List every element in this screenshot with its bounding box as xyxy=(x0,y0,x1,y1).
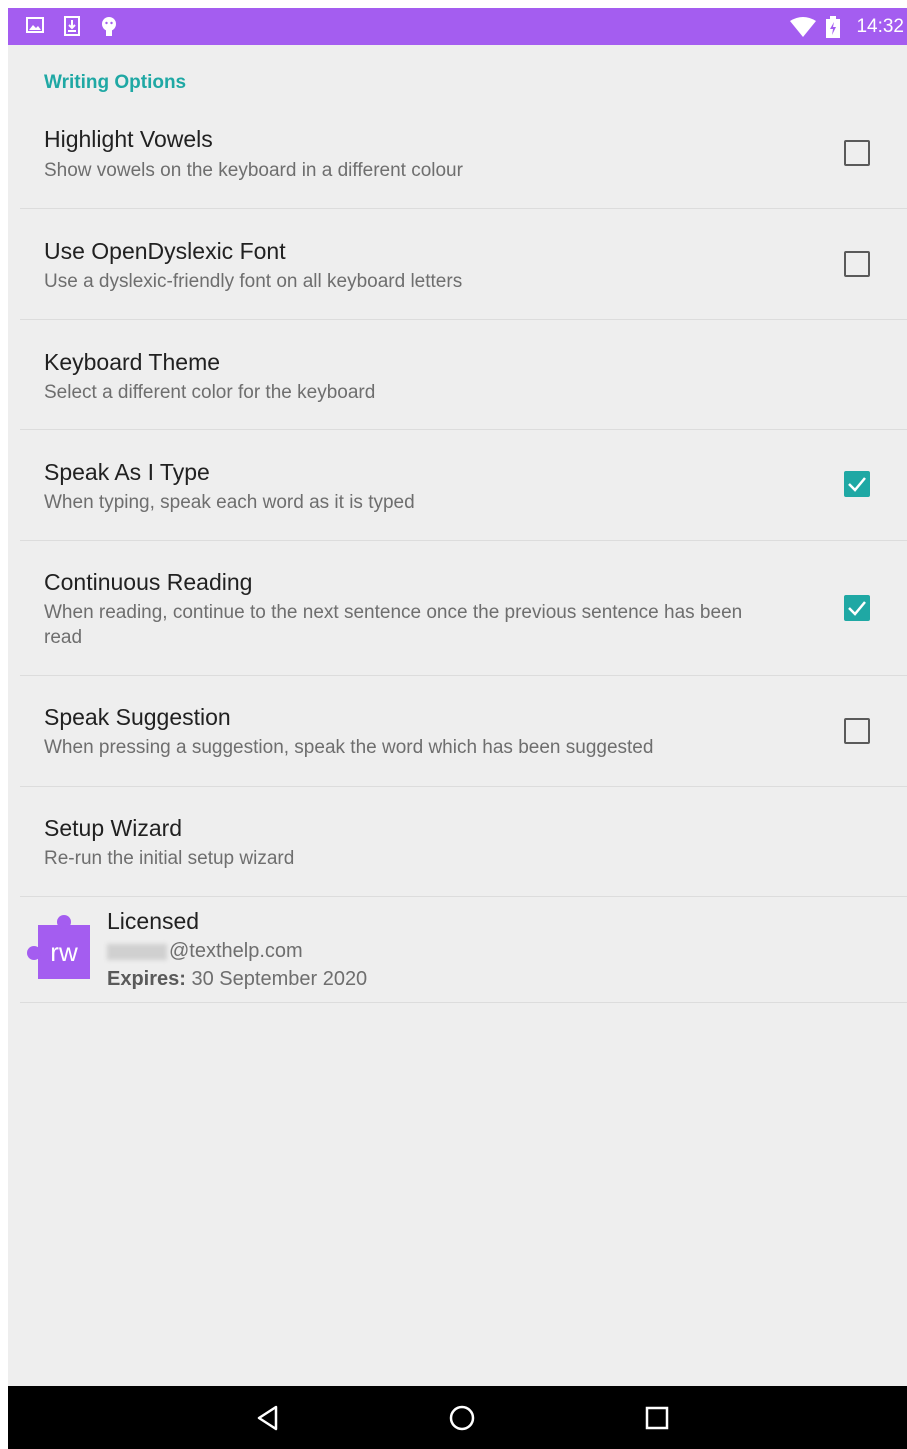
clock: 14:32 xyxy=(856,16,904,37)
check-icon xyxy=(848,601,866,616)
license-expiry: Expires: 30 September 2020 xyxy=(107,968,367,991)
pref-continuous-reading[interactable]: Continuous Reading When reading, continu… xyxy=(20,541,907,676)
pref-summary: Use a dyslexic-friendly font on all keyb… xyxy=(44,271,463,292)
status-bar: 14:32 xyxy=(8,8,907,45)
pref-opendyslexic-font[interactable]: Use OpenDyslexic Font Use a dyslexic-fri… xyxy=(20,209,907,320)
pref-title: Continuous Reading xyxy=(44,569,253,595)
wifi-icon xyxy=(790,17,816,42)
expires-value: 30 September 2020 xyxy=(191,968,368,990)
license-icon-text: rw xyxy=(50,937,78,967)
pref-title: Speak Suggestion xyxy=(44,704,231,730)
redacted-username xyxy=(107,943,167,960)
pref-keyboard-theme[interactable]: Keyboard Theme Select a different color … xyxy=(20,320,907,430)
image-icon xyxy=(26,16,44,39)
continuous-reading-checkbox[interactable] xyxy=(844,595,870,621)
back-icon[interactable] xyxy=(254,1404,282,1437)
pref-title: Speak As I Type xyxy=(44,459,210,485)
pref-title: Keyboard Theme xyxy=(44,349,221,375)
license-email-domain: @texthelp.com xyxy=(169,940,303,962)
pref-title: Use OpenDyslexic Font xyxy=(44,238,286,264)
pref-title: Setup Wizard xyxy=(44,815,183,841)
pref-setup-wizard[interactable]: Setup Wizard Re-run the initial setup wi… xyxy=(20,787,907,897)
pref-summary: When typing, speak each word as it is ty… xyxy=(44,492,415,513)
pref-highlight-vowels[interactable]: Highlight Vowels Show vowels on the keyb… xyxy=(20,104,907,209)
recents-icon[interactable] xyxy=(643,1404,671,1437)
download-icon xyxy=(64,16,80,41)
opendyslexic-checkbox[interactable] xyxy=(844,251,870,277)
android-debug-icon xyxy=(100,16,118,43)
pref-summary: Re-run the initial setup wizard xyxy=(44,848,295,869)
pref-title: Highlight Vowels xyxy=(44,126,213,152)
battery-charging-icon xyxy=(826,16,840,43)
navigation-bar xyxy=(8,1386,907,1449)
home-icon[interactable] xyxy=(448,1404,476,1437)
pref-summary: When pressing a suggestion, speak the wo… xyxy=(44,737,654,758)
license-title: Licensed xyxy=(107,908,200,934)
speak-as-i-type-checkbox[interactable] xyxy=(844,471,870,497)
pref-speak-as-i-type[interactable]: Speak As I Type When typing, speak each … xyxy=(20,430,907,541)
pref-summary: Show vowels on the keyboard in a differe… xyxy=(44,160,463,181)
pref-summary: Select a different color for the keyboar… xyxy=(44,382,376,403)
check-icon xyxy=(848,477,866,492)
pref-speak-suggestion[interactable]: Speak Suggestion When pressing a suggest… xyxy=(20,676,907,787)
highlight-vowels-checkbox[interactable] xyxy=(844,140,870,166)
pref-summary: When reading, continue to the next sente… xyxy=(44,602,743,648)
readwrite-puzzle-icon: rw xyxy=(24,913,94,988)
writing-options-header: Writing Options xyxy=(44,72,187,93)
license-email: @texthelp.com xyxy=(107,940,303,963)
settings-screen: 14:32 Writing Options Highlight Vowels S… xyxy=(8,8,907,1449)
expires-label: Expires: xyxy=(107,968,186,990)
speak-suggestion-checkbox[interactable] xyxy=(844,718,870,744)
